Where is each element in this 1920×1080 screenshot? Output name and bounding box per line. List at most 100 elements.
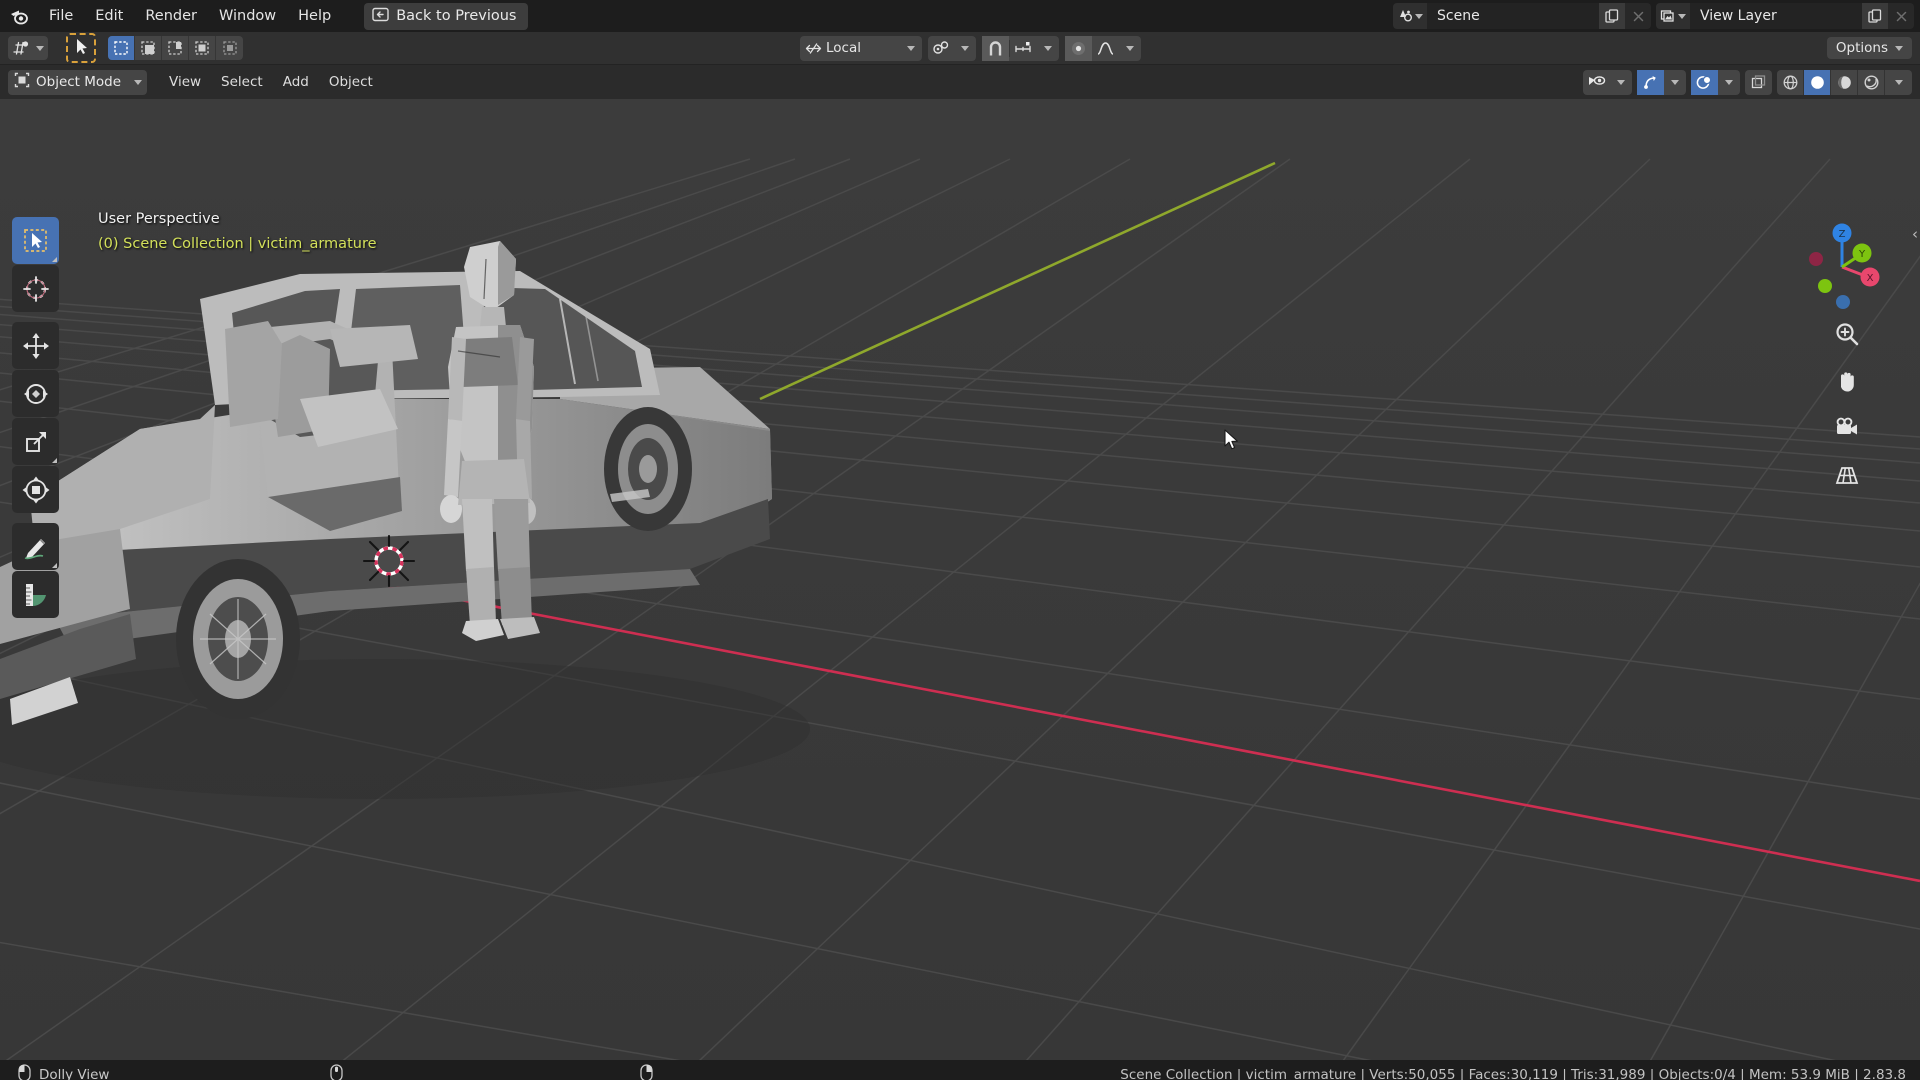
toggle-perspective-button[interactable] — [1830, 458, 1864, 492]
tool-settings-popover[interactable] — [8, 36, 48, 60]
scene-name-field[interactable]: Scene — [1427, 3, 1599, 29]
shading-solid[interactable] — [1804, 69, 1831, 95]
transform-settings-group: Local — [800, 35, 1141, 61]
object-mode-icon — [14, 72, 30, 92]
menu-file[interactable]: File — [38, 5, 84, 27]
chevron-down-icon[interactable] — [1037, 45, 1059, 51]
gizmo-axis-z-negative — [1836, 295, 1850, 309]
back-to-previous-button[interactable]: Back to Previous — [364, 2, 529, 30]
view-layer-selector[interactable]: View Layer — [1656, 3, 1914, 29]
menu-render[interactable]: Render — [134, 5, 208, 27]
smooth-falloff-icon[interactable] — [1092, 36, 1119, 61]
shading-options-dropdown[interactable] — [1885, 69, 1912, 95]
viewport-display-controls — [1583, 69, 1912, 95]
gizmo-axis-x-negative — [1809, 252, 1823, 266]
magnet-icon[interactable] — [982, 35, 1009, 61]
interaction-mode-dropdown[interactable]: Object Mode — [8, 69, 147, 95]
viewport-menu-view[interactable]: View — [159, 71, 211, 93]
tool-select-box[interactable] — [12, 217, 59, 264]
proportional-editing-group — [1065, 35, 1141, 61]
viewport-menu-add[interactable]: Add — [273, 71, 319, 93]
chevron-down-icon — [1415, 13, 1423, 19]
status-bar: Dolly View Scene Collection | victim_arm… — [0, 1060, 1920, 1080]
tool-settings-header: Local Options — [0, 32, 1920, 65]
orientation-icon — [800, 41, 826, 56]
svg-text:Z: Z — [1839, 229, 1846, 240]
status-hint-middle — [330, 1064, 351, 1080]
xray-toggle-icon[interactable] — [1745, 70, 1772, 95]
chevron-down-icon[interactable] — [954, 45, 976, 51]
car-wheel-rear — [604, 407, 692, 531]
chevron-down-icon[interactable] — [1718, 79, 1740, 85]
3d-viewport[interactable]: User Perspective (0) Scene Collection | … — [0, 99, 1920, 1060]
view-layer-new-button[interactable] — [1862, 3, 1888, 29]
menu-edit[interactable]: Edit — [84, 5, 134, 27]
toolbar-separator — [12, 514, 59, 522]
viewport-menu-object[interactable]: Object — [319, 71, 383, 93]
tool-annotate[interactable] — [12, 523, 59, 570]
tool-move[interactable] — [12, 322, 59, 369]
menu-window[interactable]: Window — [208, 5, 287, 27]
tool-measure[interactable] — [12, 571, 59, 618]
view-layer-remove-button[interactable] — [1888, 3, 1914, 29]
back-to-previous-label: Back to Previous — [396, 8, 517, 24]
camera-view-button[interactable] — [1830, 411, 1864, 445]
scene-statistics: Scene Collection | victim_armature | Ver… — [1120, 1067, 1906, 1080]
status-hint-dolly: Dolly View — [18, 1064, 109, 1080]
shading-rendered[interactable] — [1858, 69, 1885, 95]
snap-increment-icon[interactable] — [1010, 36, 1037, 61]
car-wheel-front — [176, 559, 300, 719]
viewport-canvas — [0, 99, 1920, 1060]
select-mode-invert[interactable] — [189, 36, 216, 60]
navigation-gizmo[interactable]: Z Y X — [1794, 219, 1890, 315]
scene-unlink-button[interactable] — [1625, 3, 1651, 29]
tool-scale[interactable] — [12, 418, 59, 465]
shading-material[interactable] — [1831, 69, 1858, 95]
chevron-down-icon[interactable] — [1664, 79, 1686, 85]
tool-cursor[interactable] — [12, 265, 59, 312]
tool-submenu-indicator — [52, 458, 57, 463]
menu-help[interactable]: Help — [287, 5, 342, 27]
status-hint-right — [640, 1064, 661, 1080]
mouse-left-icon — [18, 1064, 31, 1080]
overlays-icon[interactable] — [1691, 69, 1718, 95]
proportional-edit-icon[interactable] — [1065, 35, 1092, 61]
select-mode-set[interactable] — [108, 36, 135, 60]
active-tool-indicator[interactable] — [66, 33, 96, 63]
scene-icon[interactable] — [1393, 3, 1427, 29]
chevron-down-icon[interactable] — [1610, 79, 1632, 85]
options-dropdown[interactable]: Options — [1826, 37, 1912, 59]
view-layer-icon[interactable] — [1656, 3, 1690, 29]
xray-toggle[interactable] — [1745, 69, 1772, 95]
gizmo-icon[interactable] — [1637, 69, 1664, 95]
select-mode-subtract[interactable] — [162, 36, 189, 60]
chevron-down-icon — [1678, 13, 1686, 19]
view-layer-name-field[interactable]: View Layer — [1690, 3, 1862, 29]
select-mode-intersect[interactable] — [216, 36, 243, 60]
overlays-toggle-group — [1691, 69, 1740, 95]
blender-logo-icon[interactable] — [6, 3, 32, 29]
tool-transform[interactable] — [12, 466, 59, 513]
gizmo-toggle-group — [1637, 69, 1686, 95]
pivot-point-dropdown[interactable] — [928, 35, 976, 61]
object-visibility-dropdown[interactable] — [1583, 69, 1632, 95]
chevron-down-icon — [134, 79, 142, 85]
chevron-down-icon[interactable] — [900, 45, 922, 51]
tool-rotate[interactable] — [12, 370, 59, 417]
viewport-sidebar-toggle[interactable]: ‹ — [1912, 225, 1918, 243]
top-bar: File Edit Render Window Help Back to Pre… — [0, 0, 1920, 32]
object-visibility-icon[interactable] — [1583, 70, 1610, 95]
zoom-view-button[interactable] — [1830, 317, 1864, 351]
viewport-menu-select[interactable]: Select — [211, 71, 273, 93]
viewport-header: Object Mode View Select Add Object — [0, 65, 1920, 99]
shading-wireframe[interactable] — [1777, 69, 1804, 95]
scene-selector[interactable]: Scene — [1393, 3, 1651, 29]
interaction-mode-value: Object Mode — [36, 74, 122, 90]
chevron-down-icon[interactable] — [1119, 45, 1141, 51]
move-view-button[interactable] — [1830, 364, 1864, 398]
scene-new-button[interactable] — [1599, 3, 1625, 29]
tool-submenu-indicator — [52, 257, 57, 262]
toolbar-separator — [12, 313, 59, 321]
transform-orientation-dropdown[interactable]: Local — [800, 35, 922, 61]
select-mode-extend[interactable] — [135, 36, 162, 60]
